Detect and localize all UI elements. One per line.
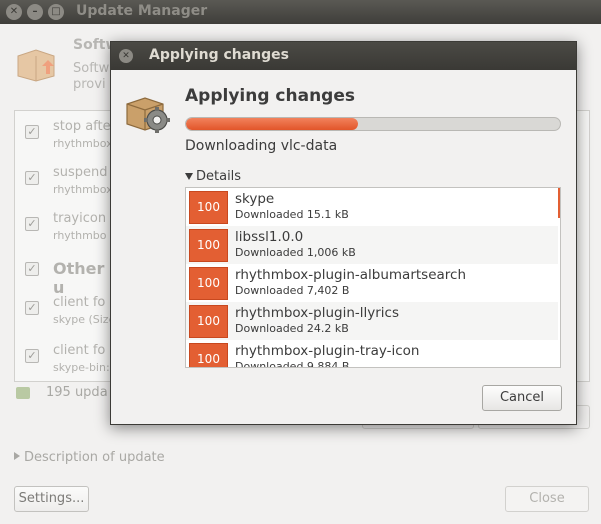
progress-percent-badge: 100 % [189, 267, 228, 321]
update-count: 195 upda [46, 385, 108, 400]
group-label: Other u [53, 259, 105, 297]
window-close-icon[interactable]: ✕ [6, 4, 22, 20]
package-name: rhythmbox-plugin-albumartsearch [235, 267, 467, 283]
progress-percent-badge: 100 % [189, 191, 228, 245]
list-item-title: stop afte [53, 119, 111, 134]
update-subtitle-line2: provi [73, 77, 106, 92]
download-detail: Downloaded 7,402 B [235, 284, 350, 297]
progress-percent-badge: 100 % [189, 305, 228, 359]
download-detail: Downloaded 15.1 kB [235, 208, 349, 221]
group-checkbox[interactable]: ✓ [25, 262, 39, 276]
expander-arrow-icon [14, 452, 20, 460]
list-item-title: client fo [53, 343, 106, 358]
list-item-title: trayicon [53, 211, 107, 226]
package-gear-icon [126, 97, 170, 133]
details-expander[interactable]: Details [185, 169, 241, 184]
download-detail: Downloaded 9,884 B [235, 360, 350, 368]
update-checkbox[interactable]: ✓ [25, 217, 39, 231]
update-package-icon [17, 49, 55, 82]
list-item-subtitle: skype (Size [53, 313, 116, 326]
window-title: Update Manager [76, 3, 208, 19]
list-item: 100 % rhythmbox-plugin-llyrics Downloade… [186, 302, 558, 359]
dialog-titlebar: ✕ Applying changes [111, 42, 576, 70]
progress-percent-badge: 100 % [189, 343, 228, 367]
list-item-subtitle: rhythmbox [53, 137, 113, 150]
applying-changes-dialog: ✕ Applying changes Applying changes Down… [110, 41, 577, 425]
download-size-icon [16, 387, 30, 399]
settings-button[interactable]: Settings... [14, 486, 89, 512]
close-button[interactable]: Close [505, 486, 589, 512]
download-progress-bar [185, 117, 561, 131]
download-detail: Downloaded 24.2 kB [235, 322, 349, 335]
package-name: rhythmbox-plugin-llyrics [235, 305, 400, 321]
download-list: 100 % skype Downloaded 15.1 kB 100 % lib… [185, 187, 561, 368]
update-checkbox[interactable]: ✓ [25, 349, 39, 363]
list-item-subtitle: rhythmbo [53, 229, 107, 242]
details-label: Details [196, 169, 242, 184]
progress-fill [186, 118, 359, 130]
list-scrollbar[interactable] [558, 188, 560, 218]
window-minimize-icon[interactable]: – [27, 4, 43, 20]
list-item: 100 % skype Downloaded 15.1 kB [186, 188, 558, 245]
cancel-button[interactable]: Cancel [482, 385, 562, 411]
list-item: 100 % rhythmbox-plugin-albumartsearch Do… [186, 264, 558, 321]
dialog-title: Applying changes [149, 47, 289, 63]
update-checkbox[interactable]: ✓ [25, 125, 39, 139]
progress-percent-badge: 100 % [189, 229, 228, 283]
update-checkbox[interactable]: ✓ [25, 301, 39, 315]
window-titlebar: ✕ – □ Update Manager [0, 0, 601, 24]
package-name: skype [235, 191, 275, 207]
update-checkbox[interactable]: ✓ [25, 171, 39, 185]
update-subtitle-line1: Softw [73, 61, 110, 76]
expander-arrow-icon [185, 173, 193, 180]
list-item: 100 % libssl1.0.0 Downloaded 1,006 kB [186, 226, 558, 283]
list-item-title: client fo [53, 295, 106, 310]
dialog-close-icon[interactable]: ✕ [119, 49, 133, 63]
description-expander[interactable]: Description of update [14, 450, 165, 465]
description-label: Description of update [24, 450, 165, 465]
list-item-title: suspend [53, 165, 108, 180]
window-maximize-icon[interactable]: □ [48, 4, 64, 20]
package-name: libssl1.0.0 [235, 229, 304, 245]
package-name: rhythmbox-plugin-tray-icon [235, 343, 420, 359]
download-detail: Downloaded 1,006 kB [235, 246, 356, 259]
progress-status: Downloading vlc-data [185, 138, 338, 154]
dialog-heading: Applying changes [185, 86, 355, 106]
list-item: 100 % rhythmbox-plugin-tray-icon Downloa… [186, 340, 558, 368]
list-item-subtitle: rhythmbox [53, 183, 113, 196]
list-item-subtitle: skype-bin:i [53, 361, 113, 374]
